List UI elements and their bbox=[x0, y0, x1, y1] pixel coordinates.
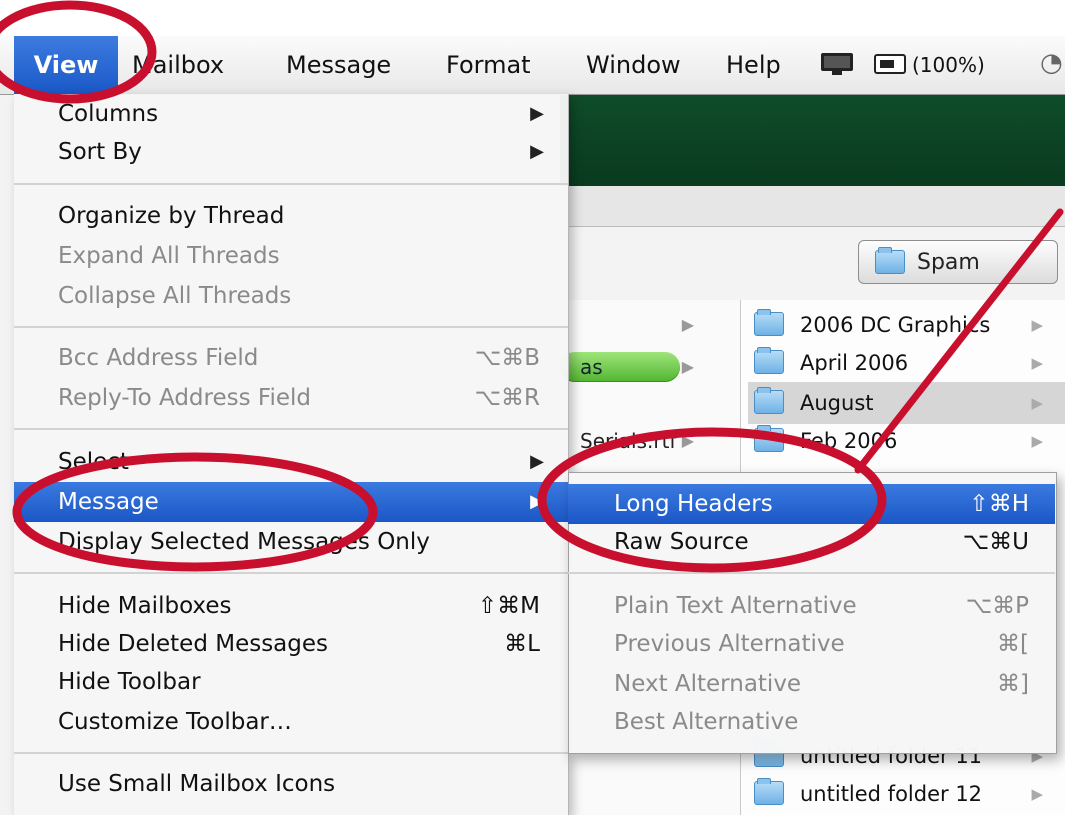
menu-item-columns[interactable]: Columns ▶ bbox=[14, 94, 568, 134]
folder-row[interactable]: 2006 DC Graphics ▶ bbox=[748, 304, 1065, 346]
submenu-item-long-headers[interactable]: Long Headers ⇧⌘H bbox=[568, 484, 1055, 524]
spam-mailbox-button[interactable]: Spam bbox=[858, 240, 1058, 284]
folder-name: Feb 2006 bbox=[800, 429, 898, 453]
submenu-item-raw-source[interactable]: Raw Source ⌥⌘U bbox=[568, 522, 1055, 562]
disclosure-arrow-icon: ▶ bbox=[681, 315, 694, 334]
mail-window-header bbox=[560, 94, 1065, 186]
menu-separator bbox=[14, 572, 568, 574]
menu-separator bbox=[14, 183, 568, 185]
list-item[interactable]: Serials.rtf ▶ bbox=[560, 420, 740, 462]
menu-item-hide-mailboxes[interactable]: Hide Mailboxes ⇧⌘M bbox=[14, 586, 568, 626]
menu-item-message[interactable]: Message ▶ bbox=[14, 482, 568, 522]
folder-row[interactable]: untitled folder 12 ▶ bbox=[748, 773, 1065, 815]
menu-item-expand-all-threads: Expand All Threads bbox=[58, 243, 280, 269]
menu-item-use-small-mailbox-icons[interactable]: Use Small Mailbox Icons bbox=[14, 764, 568, 804]
menu-item-select[interactable]: Select ▶ bbox=[14, 442, 568, 482]
menu-item-organize-by-thread[interactable]: Organize by Thread bbox=[14, 196, 568, 236]
disclosure-arrow-icon: ▶ bbox=[1031, 432, 1043, 450]
list-item[interactable]: as ▶ bbox=[560, 346, 740, 388]
menu-view[interactable]: View bbox=[14, 36, 118, 94]
menu-bar: View Mailbox Message Format Window Help … bbox=[0, 36, 1065, 95]
menu-item-reply-to-address-field: Reply-To Address Field ⌥⌘R bbox=[58, 385, 540, 411]
list-item-label: Serials.rtf bbox=[580, 429, 677, 453]
menu-message[interactable]: Message bbox=[286, 36, 391, 94]
menu-item-customize-toolbar[interactable]: Customize Toolbar… bbox=[14, 702, 568, 742]
submenu-arrow-icon: ▶ bbox=[530, 451, 544, 472]
battery-percentage: (100%) bbox=[912, 53, 985, 77]
submenu-item-plain-text-alternative: Plain Text Alternative ⌥⌘P bbox=[614, 593, 1029, 619]
disclosure-arrow-icon: ▶ bbox=[681, 431, 694, 450]
folder-icon bbox=[875, 247, 905, 274]
folder-icon bbox=[754, 778, 784, 805]
submenu-arrow-icon: ▶ bbox=[530, 491, 544, 512]
menu-item-sort-by[interactable]: Sort By ▶ bbox=[14, 132, 568, 172]
disclosure-arrow-icon: ▶ bbox=[1031, 394, 1043, 412]
folder-row[interactable]: April 2006 ▶ bbox=[748, 342, 1065, 384]
list-item-label: as bbox=[580, 355, 603, 379]
folder-icon bbox=[754, 347, 784, 374]
folder-name: untitled folder 12 bbox=[800, 782, 983, 806]
menu-separator bbox=[14, 752, 568, 754]
folder-name: April 2006 bbox=[800, 351, 909, 375]
battery-status[interactable]: (100%) bbox=[874, 36, 985, 94]
submenu-arrow-icon: ▶ bbox=[530, 141, 544, 162]
folder-row-selected[interactable]: August ▶ bbox=[748, 382, 1065, 424]
submenu-item-best-alternative: Best Alternative bbox=[614, 709, 799, 735]
menu-item-bcc-address-field: Bcc Address Field ⌥⌘B bbox=[58, 345, 540, 371]
menu-separator bbox=[14, 428, 568, 430]
submenu-arrow-icon: ▶ bbox=[530, 103, 544, 124]
menu-separator bbox=[14, 326, 568, 328]
menu-item-hide-deleted-messages[interactable]: Hide Deleted Messages ⌘L bbox=[14, 624, 568, 664]
folder-row[interactable]: Feb 2006 ▶ bbox=[748, 420, 1065, 462]
menu-format[interactable]: Format bbox=[446, 36, 531, 94]
submenu-item-next-alternative: Next Alternative ⌘] bbox=[614, 671, 1029, 697]
menu-window[interactable]: Window bbox=[586, 36, 681, 94]
battery-icon bbox=[874, 54, 906, 74]
display-icon[interactable] bbox=[820, 52, 854, 76]
disclosure-arrow-icon: ▶ bbox=[1031, 316, 1043, 334]
menu-item-collapse-all-threads: Collapse All Threads bbox=[58, 283, 292, 309]
folder-name: August bbox=[800, 391, 874, 415]
menu-help[interactable]: Help bbox=[726, 36, 781, 94]
mail-window-toolbar bbox=[560, 186, 1065, 227]
disclosure-arrow-icon: ▶ bbox=[681, 357, 694, 376]
menu-separator bbox=[568, 572, 1055, 574]
label-pill bbox=[560, 352, 680, 382]
list-item[interactable]: ▶ bbox=[560, 304, 740, 346]
folder-icon bbox=[754, 425, 784, 452]
spam-button-label: Spam bbox=[917, 250, 980, 275]
folder-name: 2006 DC Graphics bbox=[800, 313, 991, 337]
menu-item-hide-toolbar[interactable]: Hide Toolbar bbox=[14, 662, 568, 702]
disclosure-arrow-icon: ▶ bbox=[1031, 785, 1043, 803]
disclosure-arrow-icon: ▶ bbox=[1031, 354, 1043, 372]
submenu-item-previous-alternative: Previous Alternative ⌘[ bbox=[614, 631, 1029, 657]
folder-icon bbox=[754, 387, 784, 414]
clock-icon[interactable]: ◔ bbox=[1040, 48, 1063, 78]
menu-item-display-selected-messages-only[interactable]: Display Selected Messages Only bbox=[14, 522, 568, 562]
menu-mailbox[interactable]: Mailbox bbox=[132, 36, 224, 94]
folder-icon bbox=[754, 309, 784, 336]
